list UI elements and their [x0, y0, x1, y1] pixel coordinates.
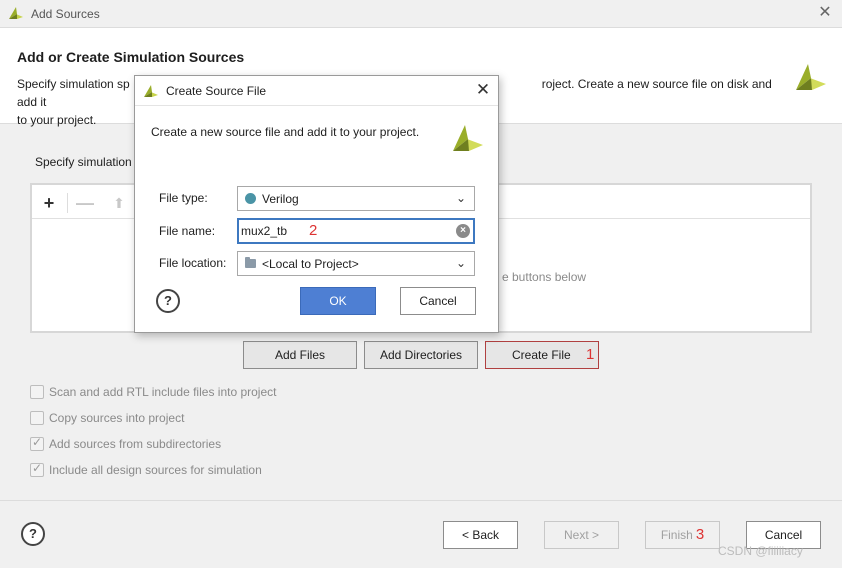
- chevron-down-icon: ⌄: [455, 256, 466, 270]
- dialog-title: Create Source File: [166, 84, 267, 98]
- ok-button[interactable]: OK: [300, 287, 376, 315]
- vivado-logo-icon: [9, 7, 23, 19]
- dialog-help-button[interactable]: ?: [156, 289, 180, 313]
- file-type-select[interactable]: Verilog ⌄: [237, 186, 475, 211]
- marker-2: 2: [309, 222, 318, 239]
- checkbox[interactable]: [30, 411, 44, 425]
- option-label: Include all design sources for simulatio…: [49, 463, 262, 477]
- chevron-down-icon: ⌄: [455, 191, 466, 205]
- add-files-button[interactable]: Add Files: [243, 341, 357, 369]
- file-location-label: File location:: [159, 256, 227, 270]
- dialog-titlebar: Create Source File ✕: [135, 76, 498, 106]
- watermark: CSDN @fiiiiiacy: [718, 544, 803, 558]
- option-label: Scan and add RTL include files into proj…: [49, 385, 277, 399]
- checkbox[interactable]: [30, 385, 44, 399]
- option-label: Add sources from subdirectories: [49, 437, 222, 451]
- back-button[interactable]: < Back: [443, 521, 518, 549]
- create-file-button[interactable]: Create File 1: [485, 341, 599, 369]
- add-directories-button[interactable]: Add Directories: [364, 341, 478, 369]
- marker-1: 1: [586, 346, 595, 363]
- clear-icon[interactable]: ×: [456, 224, 470, 238]
- create-file-label: Create File: [512, 348, 571, 362]
- file-type-value: Verilog: [262, 192, 299, 206]
- file-name-input[interactable]: mux2_tb 2 ×: [237, 218, 475, 244]
- file-location-value: <Local to Project>: [262, 257, 359, 271]
- vivado-logo-icon: [453, 125, 483, 151]
- page-title: Add or Create Simulation Sources: [17, 49, 245, 65]
- footer-divider: [0, 500, 842, 501]
- add-icon[interactable]: +: [38, 192, 60, 214]
- specify-label: Specify simulation: [35, 155, 132, 169]
- finish-button[interactable]: Finish 3: [645, 521, 720, 549]
- file-location-select[interactable]: <Local to Project> ⌄: [237, 251, 475, 276]
- vivado-logo-icon: [796, 64, 826, 90]
- file-type-label: File type:: [159, 191, 208, 205]
- description-line-2: to your project.: [17, 113, 97, 127]
- window-titlebar: Add Sources ✕: [0, 0, 842, 28]
- vivado-logo-icon: [144, 85, 158, 97]
- verilog-icon: [245, 193, 256, 204]
- remove-icon[interactable]: —: [74, 192, 96, 214]
- checkbox[interactable]: [30, 435, 44, 451]
- checkbox[interactable]: [30, 461, 44, 477]
- toolbar-separator: [67, 193, 68, 213]
- move-up-icon[interactable]: ⬆: [108, 192, 130, 214]
- description-part-1: Specify simulation sp: [17, 77, 130, 91]
- file-name-label: File name:: [159, 224, 216, 238]
- next-button[interactable]: Next >: [544, 521, 619, 549]
- create-source-file-dialog: Create Source File ✕ Create a new source…: [134, 75, 499, 333]
- file-name-value: mux2_tb: [241, 224, 288, 238]
- folder-icon: [245, 257, 256, 268]
- help-button[interactable]: ?: [21, 522, 45, 546]
- dialog-description: Create a new source file and add it to y…: [151, 125, 420, 139]
- dialog-close-icon[interactable]: ✕: [474, 81, 492, 99]
- dialog-cancel-button[interactable]: Cancel: [400, 287, 476, 315]
- window-close-icon[interactable]: ✕: [816, 4, 834, 22]
- option-label: Copy sources into project: [49, 411, 185, 425]
- finish-label: Finish: [660, 528, 693, 542]
- empty-hint: e buttons below: [502, 270, 587, 284]
- marker-3: 3: [695, 526, 705, 543]
- window-title: Add Sources: [31, 7, 100, 21]
